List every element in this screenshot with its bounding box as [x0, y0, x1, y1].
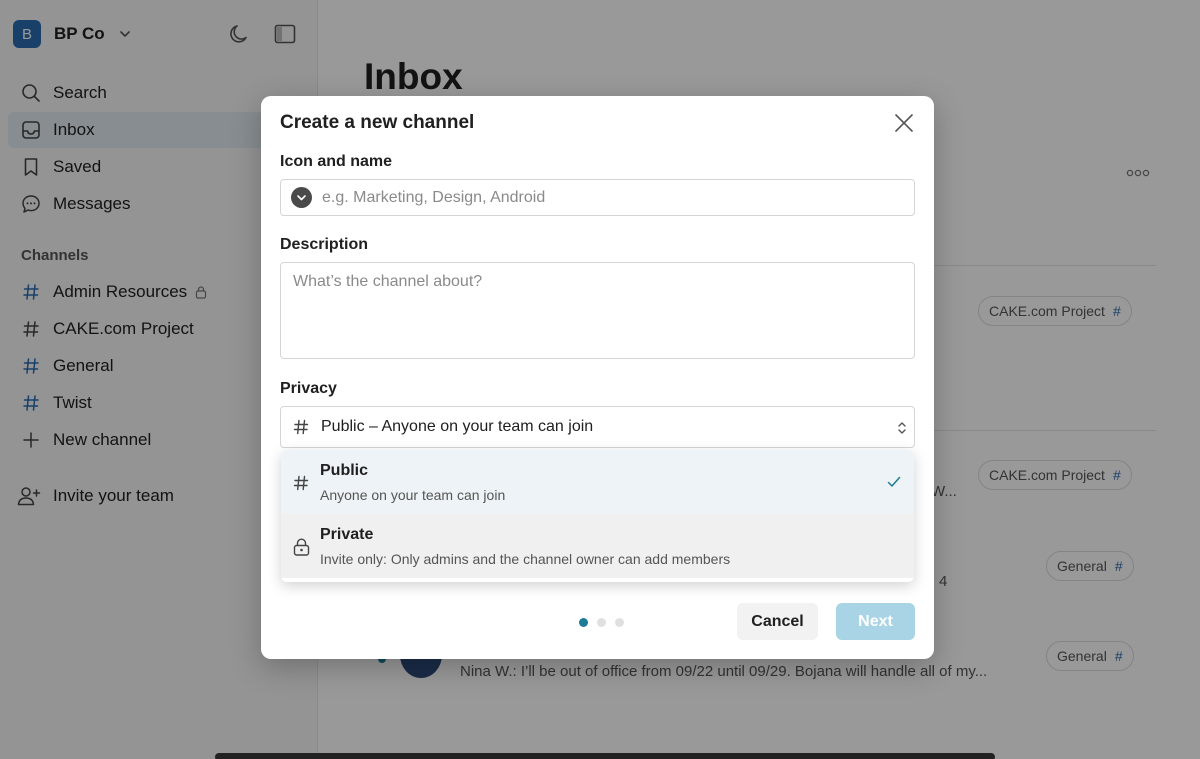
channel-name-field	[280, 179, 915, 216]
close-button[interactable]	[893, 112, 915, 134]
hash-icon	[293, 475, 309, 491]
description-input[interactable]	[280, 262, 915, 359]
option-description: Anyone on your team can join	[320, 487, 506, 503]
option-title: Public	[320, 462, 369, 479]
hash-icon	[293, 419, 309, 435]
pager-dot	[597, 618, 606, 627]
privacy-option-public[interactable]: Public Anyone on your team can join	[281, 450, 914, 514]
chevron-down-icon	[297, 195, 306, 201]
icon-picker-button[interactable]	[291, 187, 312, 208]
privacy-selected-value: Public – Anyone on your team can join	[321, 418, 594, 435]
step-pager	[579, 618, 633, 627]
option-title: Private	[320, 526, 374, 543]
lock-icon	[293, 538, 310, 556]
privacy-label: Privacy	[280, 380, 337, 397]
pager-dot	[579, 618, 588, 627]
close-icon	[895, 114, 913, 132]
privacy-option-private[interactable]: Private Invite only: Only admins and the…	[281, 514, 914, 578]
checkmark-icon	[887, 476, 901, 487]
privacy-select[interactable]: Public – Anyone on your team can join	[280, 406, 915, 448]
dialog-title: Create a new channel	[280, 112, 475, 133]
sort-arrows-icon	[898, 422, 906, 434]
option-description: Invite only: Only admins and the channel…	[320, 551, 731, 567]
cancel-button[interactable]: Cancel	[737, 603, 818, 640]
pager-dot	[615, 618, 624, 627]
create-channel-dialog: Create a new channel Icon and name Descr…	[261, 96, 934, 659]
privacy-dropdown-menu: Public Anyone on your team can join Priv…	[281, 450, 914, 582]
description-label: Description	[280, 236, 369, 253]
icon-name-label: Icon and name	[280, 153, 393, 170]
channel-name-input[interactable]	[322, 188, 902, 207]
next-button[interactable]: Next	[836, 603, 915, 640]
